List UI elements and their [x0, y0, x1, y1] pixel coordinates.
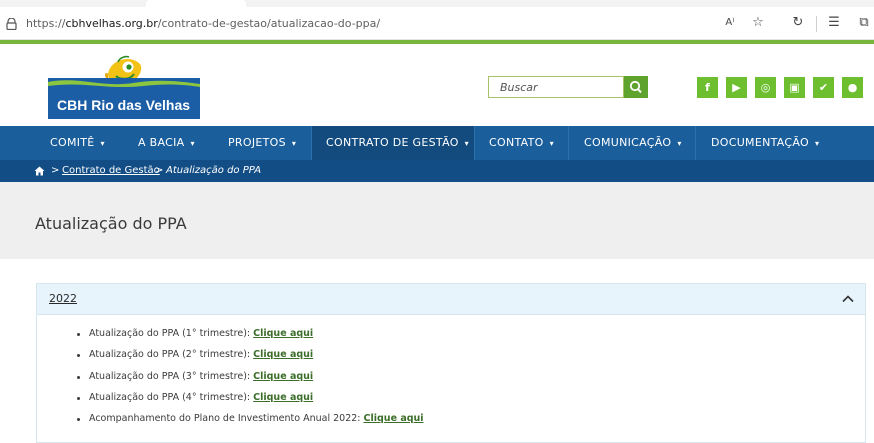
nav-item-label: COMITÊ — [50, 136, 95, 149]
list-item: Atualização do PPA (4° trimestre): Cliqu… — [77, 392, 424, 413]
clique-aqui-link[interactable]: Clique aqui — [253, 328, 313, 339]
chevron-up-icon[interactable] — [841, 292, 855, 306]
chevron-down-icon: ▾ — [549, 139, 554, 148]
url-scheme: https:// — [26, 17, 66, 30]
nav-item-comunicacao[interactable]: COMUNICAÇÃO ▾ — [584, 126, 682, 160]
favorite-star-icon[interactable]: ☆ — [748, 13, 768, 33]
breadcrumb-link-contrato-de-gestao[interactable]: Contrato de Gestão — [62, 160, 160, 182]
breadcrumb-current: Atualização do PPA — [166, 165, 262, 176]
nav-item-label: CONTRATO DE GESTÃO — [326, 136, 459, 149]
chevron-down-icon: ▾ — [815, 139, 820, 148]
list-item: Acompanhamento do Plano de Investimento … — [77, 413, 424, 434]
search-button[interactable] — [624, 76, 648, 98]
nav-item-documentacao[interactable]: DOCUMENTAÇÃO ▾ — [711, 126, 819, 160]
page-title-band: Atualização do PPA — [0, 182, 874, 259]
nav-item-label: A BACIA — [138, 136, 185, 149]
list-item-text: Atualização do PPA (3° trimestre): — [89, 370, 254, 382]
spotify-icon[interactable]: ● — [842, 77, 863, 98]
home-icon[interactable] — [34, 166, 45, 176]
site-logo[interactable]: CBH Rio das Velhas — [48, 54, 200, 119]
url-path: /contrato-de-gestao/atualizacao-do-ppa/ — [157, 17, 381, 30]
clique-aqui-link[interactable]: Clique aqui — [364, 413, 424, 424]
bullet-icon — [77, 333, 80, 336]
nav-item-contato[interactable]: CONTATO ▾ — [489, 126, 554, 160]
search-icon — [629, 80, 642, 94]
refresh-extension-icon[interactable]: ↻ — [788, 13, 808, 33]
collections-icon[interactable]: ⧉ — [854, 13, 874, 33]
tab-strip — [0, 0, 874, 7]
nav-item-label: PROJETOS — [228, 136, 286, 149]
chevron-down-icon: ▾ — [677, 139, 682, 148]
list-item-text: Acompanhamento do Plano de Investimento … — [89, 413, 364, 425]
list-item: Atualização do PPA (3° trimestre): Cliqu… — [77, 371, 424, 392]
logo-text: CBH Rio das Velhas — [57, 97, 191, 113]
instagram-icon[interactable]: ◎ — [755, 77, 776, 98]
nav-item-a-bacia[interactable]: A BACIA ▾ — [138, 126, 195, 160]
flickr-icon[interactable]: ▣ — [784, 77, 805, 98]
twitter-icon[interactable]: ✔ — [813, 77, 834, 98]
toolbar-separator — [816, 16, 817, 32]
nav-item-comite[interactable]: COMITÊ ▾ — [50, 126, 105, 160]
chevron-down-icon: ▾ — [100, 139, 105, 148]
nav-item-label: COMUNICAÇÃO — [584, 136, 672, 149]
accordion-2022: 2022 Atualização do PPA (1° trimestre): … — [36, 283, 866, 443]
read-aloud-icon[interactable]: A⁾ — [720, 13, 740, 33]
nav-item-label: CONTATO — [489, 136, 544, 149]
page-title: Atualização do PPA — [35, 214, 187, 233]
youtube-icon[interactable]: ▶ — [726, 77, 747, 98]
site-header: CBH Rio das Velhas f ▶ ◎ ▣ ✔ ● — [0, 44, 874, 126]
list-item: Atualização do PPA (2° trimestre): Cliqu… — [77, 349, 424, 370]
breadcrumb: > Contrato de Gestão > Atualização do PP… — [0, 160, 874, 182]
search-input[interactable] — [489, 77, 623, 97]
nav-divider — [474, 126, 475, 160]
breadcrumb-separator: > — [155, 165, 164, 176]
bullet-icon — [77, 418, 80, 422]
bullet-icon — [77, 375, 80, 379]
accordion-list: Atualização do PPA (1° trimestre): Cliqu… — [77, 328, 424, 434]
url-host: cbhvelhas.org.br — [65, 17, 158, 30]
nav-item-projetos[interactable]: PROJETOS ▾ — [228, 126, 296, 160]
page-info-icon[interactable] — [6, 18, 17, 30]
list-item-text: Atualização do PPA (1° trimestre): — [89, 328, 254, 339]
facebook-icon[interactable]: f — [697, 77, 718, 98]
clique-aqui-link[interactable]: Clique aqui — [253, 371, 313, 382]
address-url[interactable]: https://cbhvelhas.org.br/contrato-de-ges… — [26, 17, 380, 30]
accordion-year[interactable]: 2022 — [49, 292, 77, 305]
nav-item-contrato-de-gestao[interactable]: CONTRATO DE GESTÃO ▾ — [312, 126, 474, 160]
list-item: Atualização do PPA (1° trimestre): Cliqu… — [77, 328, 424, 349]
logo-wave — [48, 80, 200, 90]
list-item-text: Atualização do PPA (2° trimestre): — [89, 349, 254, 361]
bullet-icon — [77, 354, 80, 358]
clique-aqui-link[interactable]: Clique aqui — [253, 349, 313, 360]
nav-divider — [568, 126, 569, 160]
chevron-down-icon: ▾ — [464, 139, 469, 148]
list-item-text: Atualização do PPA (4° trimestre): — [89, 391, 254, 403]
nav-divider — [695, 126, 696, 160]
browser-address-bar: https://cbhvelhas.org.br/contrato-de-ges… — [0, 0, 874, 40]
active-tab[interactable] — [146, 0, 246, 7]
accordion-header[interactable]: 2022 — [37, 284, 865, 315]
favorites-list-icon[interactable]: ☰ — [824, 13, 844, 33]
search-box — [488, 76, 624, 98]
nav-item-label: DOCUMENTAÇÃO — [711, 136, 809, 149]
chevron-down-icon: ▾ — [190, 139, 195, 148]
bullet-icon — [77, 396, 80, 400]
chevron-down-icon: ▾ — [291, 139, 297, 148]
clique-aqui-link[interactable]: Clique aqui — [253, 392, 313, 403]
breadcrumb-separator: > — [51, 165, 60, 176]
main-navigation: COMITÊ ▾ A BACIA ▾ PROJETOS ▾ CONTRATO DE G… — [0, 126, 874, 160]
